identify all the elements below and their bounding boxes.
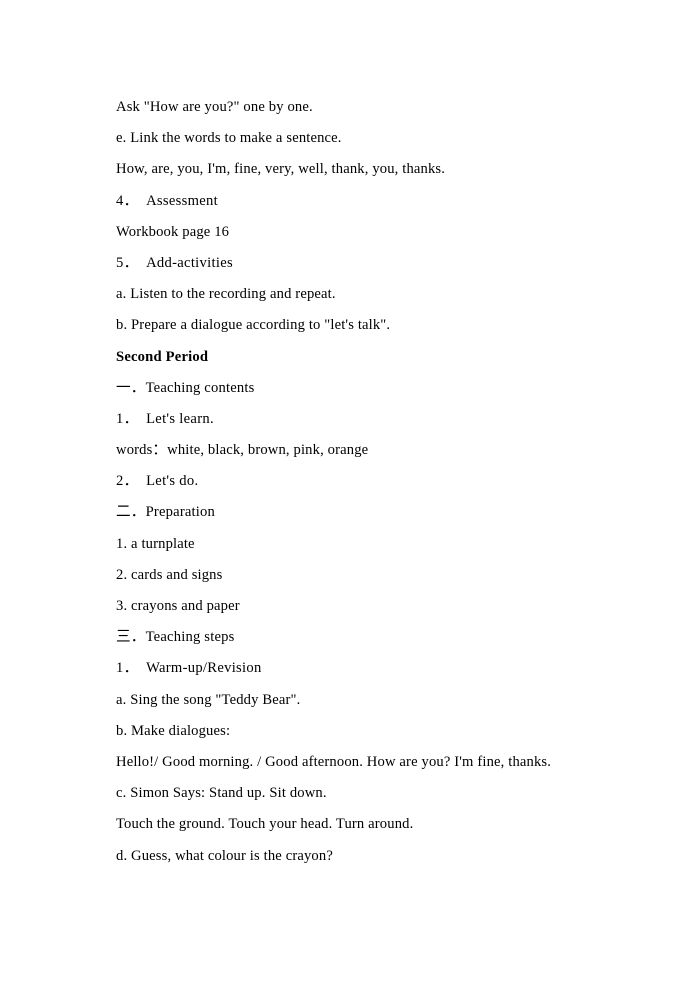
item-a-listen-repeat: a. Listen to the recording and repeat. xyxy=(116,286,336,303)
item-b-prepare-dialogue: b. Prepare a dialogue according to "let'… xyxy=(116,317,391,334)
prep-3-crayons-paper: 3. crayons and paper xyxy=(116,598,240,614)
section-one-teaching-contents: 一．Teaching contents xyxy=(116,379,255,396)
step-1-warm-up-revision: 1． Warm-up/Revision xyxy=(116,660,262,677)
section-two-preparation: 二．Preparation xyxy=(116,504,216,521)
section-three-teaching-steps: 三．Teaching steps xyxy=(116,629,235,646)
prep-2-cards-signs: 2. cards and signs xyxy=(116,566,223,583)
item-2-lets-do: 2． Let's do. xyxy=(116,473,199,490)
item-1-lets-learn: 1． Let's learn. xyxy=(116,410,214,427)
step-5-add-activities: 5． Add-activities xyxy=(116,254,233,271)
document-body: Ask "How are you?" one by one. e. Link th… xyxy=(116,100,636,863)
document-page: Ask "How are you?" one by one. e. Link th… xyxy=(0,0,696,983)
item-b-make-dialogues: b. Make dialogues: xyxy=(116,722,231,739)
workbook-page: Workbook page 16 xyxy=(116,223,230,240)
item-d-guess-colour: d. Guess, what colour is the crayon? xyxy=(116,847,333,864)
simon-says-commands: Touch the ground. Touch your head. Turn … xyxy=(116,816,414,833)
item-e-link-words: e. Link the words to make a sentence. xyxy=(116,130,342,147)
item-c-simon-says: c. Simon Says: Stand up. Sit down. xyxy=(116,785,327,802)
word-list-sentence: How, are, you, I'm, fine, very, well, th… xyxy=(116,161,446,178)
prep-1-turnplate: 1. a turnplate xyxy=(116,535,195,552)
ask-how-are-you: Ask "How are you?" one by one. xyxy=(116,99,313,115)
second-period-heading: Second Period xyxy=(116,348,209,365)
greetings-dialogue: Hello!/ Good morning. / Good afternoon. … xyxy=(116,753,552,770)
words-colours: words：white, black, brown, pink, orange xyxy=(116,442,369,459)
step-4-assessment: 4． Assessment xyxy=(116,192,218,209)
item-a-sing-teddy-bear: a. Sing the song "Teddy Bear". xyxy=(116,691,301,708)
